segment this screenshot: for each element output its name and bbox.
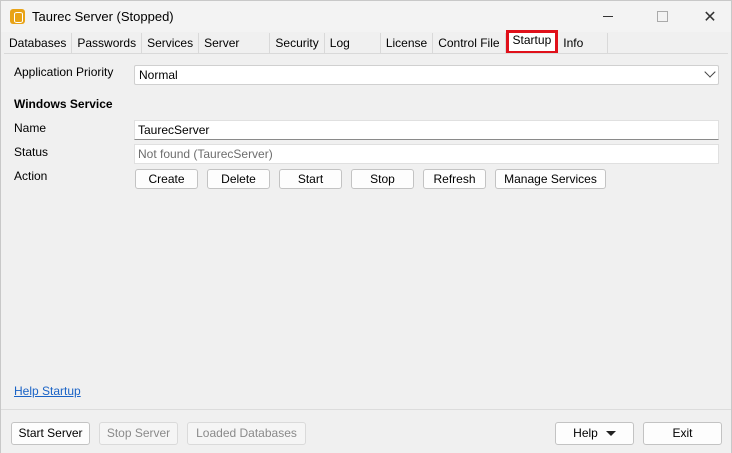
manage-services-button[interactable]: Manage Services	[495, 169, 606, 189]
stop-server-button[interactable]: Stop Server	[99, 422, 178, 445]
tab-databases[interactable]: Databases	[4, 33, 73, 54]
help-startup-link[interactable]: Help Startup	[14, 384, 81, 398]
start-server-button[interactable]: Start Server	[11, 422, 90, 445]
close-button[interactable]: ✕	[687, 1, 732, 32]
database-app-icon	[10, 9, 25, 24]
maximize-button[interactable]	[639, 1, 685, 32]
tab-security[interactable]: Security	[270, 33, 325, 54]
caret-down-icon	[605, 431, 616, 437]
priority-label: Application Priority	[14, 65, 114, 79]
tab-bar: Databases Passwords Services Server Secu…	[4, 30, 609, 54]
priority-select[interactable]: Normal	[134, 65, 719, 85]
status-label: Status	[14, 145, 49, 159]
refresh-button[interactable]: Refresh	[423, 169, 486, 189]
priority-value: Normal	[139, 68, 178, 82]
tab-license[interactable]: License	[380, 33, 434, 54]
tab-server[interactable]: Server	[199, 33, 271, 54]
tab-log[interactable]: Log	[324, 33, 381, 54]
tab-services[interactable]: Services	[142, 33, 200, 54]
title-bar[interactable]: Taurec Server (Stopped) ✕	[1, 1, 731, 32]
tab-startup[interactable]: Startup	[505, 30, 559, 54]
help-button[interactable]: Help	[555, 422, 634, 445]
exit-button[interactable]: Exit	[643, 422, 722, 445]
app-window: Taurec Server (Stopped) ✕ Databases Pass…	[0, 0, 732, 453]
tab-divider	[4, 53, 728, 54]
action-label: Action	[14, 169, 48, 183]
name-label: Name	[14, 121, 47, 135]
tab-passwords[interactable]: Passwords	[72, 33, 143, 54]
stop-service-button[interactable]: Stop	[351, 169, 414, 189]
footer-bar: Start Server Stop Server Loaded Database…	[1, 409, 731, 453]
create-button[interactable]: Create	[135, 169, 198, 189]
delete-button[interactable]: Delete	[207, 169, 270, 189]
start-service-button[interactable]: Start	[279, 169, 342, 189]
service-status-field: Not found (TaurecServer)	[134, 144, 719, 164]
section-title-windows-service: Windows Service	[14, 97, 113, 111]
minimize-button[interactable]	[585, 1, 631, 32]
help-button-label: Help	[573, 426, 598, 440]
window-title: Taurec Server (Stopped)	[32, 9, 174, 24]
loaded-databases-button[interactable]: Loaded Databases	[187, 422, 306, 445]
chevron-down-icon	[704, 66, 716, 78]
service-name-input[interactable]: TaurecServer	[134, 120, 719, 140]
tab-control-file[interactable]: Control File	[433, 33, 506, 54]
tab-info[interactable]: Info	[558, 33, 609, 54]
